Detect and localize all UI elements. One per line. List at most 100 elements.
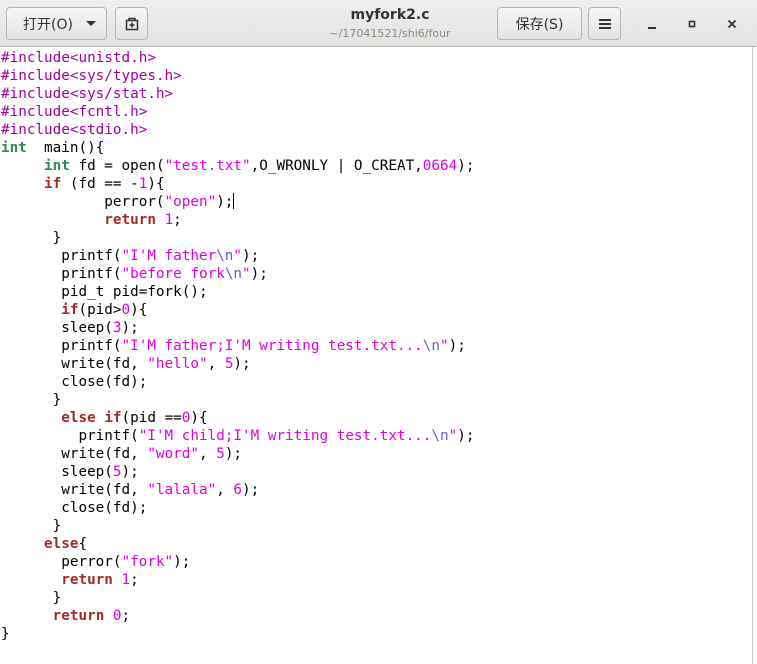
code-text[interactable]: #include<unistd.h> #include<sys/types.h> #…: [1, 49, 474, 643]
string-token: "hello": [147, 356, 208, 372]
code-token: printf(: [1, 248, 122, 264]
hamburger-menu-icon: [598, 18, 611, 29]
code-line: write(fd, "word", 5);: [1, 445, 474, 463]
code-line: int main(){: [1, 139, 474, 157]
code-token: write(fd,: [1, 356, 148, 372]
string-token: ": [242, 266, 251, 282]
code-token: (pid ==: [121, 410, 182, 426]
number-token: 0: [121, 302, 131, 318]
number-token: 0: [112, 608, 122, 624]
keyword-token: else: [44, 536, 79, 552]
keyword-token: return: [61, 572, 113, 588]
code-token: ,: [207, 356, 225, 372]
code-token: ,O_WRONLY | O_CREAT,: [250, 158, 423, 174]
code-token: ){: [190, 410, 208, 426]
string-token: "word": [147, 446, 199, 462]
code-line: #include<unistd.h>: [1, 49, 474, 67]
code-line: }: [1, 391, 474, 409]
code-line: #include<stdio.h>: [1, 121, 474, 139]
maximize-button[interactable]: [682, 14, 702, 34]
keyword-token: else: [61, 410, 96, 426]
number-token: 3: [112, 320, 122, 336]
code-token: );: [242, 248, 260, 264]
code-line: #include<sys/stat.h>: [1, 85, 474, 103]
escape-token: \n: [224, 266, 243, 282]
escape-token: \n: [422, 338, 440, 354]
window-title: myfork2.c: [350, 7, 430, 23]
code-line: perror("open");: [1, 193, 474, 211]
code-line: pid_t pid=fork();: [1, 283, 474, 301]
save-button[interactable]: 保存(S): [497, 7, 582, 40]
code-token: write(fd,: [1, 446, 148, 462]
code-line: printf("I'M child;I'M writing test.txt..…: [1, 427, 474, 445]
string-token: "open": [164, 194, 217, 210]
code-line: printf("before fork\n");: [1, 265, 474, 283]
preprocessor-token: #include<stdio.h>: [1, 122, 148, 138]
code-line: return 0;: [1, 607, 474, 625]
string-token: "before fork: [121, 266, 225, 282]
code-line: int fd = open("test.txt",O_WRONLY | O_CR…: [1, 157, 474, 175]
keyword-token: return: [104, 212, 156, 228]
open-button[interactable]: 打开(O): [6, 7, 107, 40]
code-token: perror(: [1, 194, 165, 210]
code-token: );: [121, 464, 139, 480]
close-button[interactable]: [722, 14, 742, 34]
code-token: );: [457, 428, 475, 444]
keyword-token: if: [44, 176, 62, 192]
code-line: else{: [1, 535, 474, 553]
code-line: write(fd, "lalala", 6);: [1, 481, 474, 499]
code-line: }: [1, 589, 474, 607]
window-subtitle: ~/17041521/shi6/four: [329, 27, 451, 40]
preprocessor-token: #include<sys/stat.h>: [1, 86, 174, 102]
menu-button[interactable]: [588, 7, 621, 40]
code-token: ;: [173, 212, 182, 228]
code-token: );: [121, 320, 139, 336]
preprocessor-token: #include<sys/types.h>: [1, 68, 182, 84]
new-document-icon: [125, 17, 138, 30]
type-token: int: [1, 140, 27, 156]
number-token: 5: [112, 464, 122, 480]
string-token: ": [233, 248, 243, 264]
escape-token: \n: [431, 428, 449, 444]
code-line: close(fd);: [1, 499, 474, 517]
code-token: printf(: [1, 338, 122, 354]
keyword-token: return: [52, 608, 105, 624]
code-token: (fd == -: [61, 176, 139, 192]
code-line: sleep(3);: [1, 319, 474, 337]
code-token: );: [233, 356, 251, 372]
code-line: perror("fork");: [1, 553, 474, 571]
code-token: );: [173, 554, 191, 570]
minimize-button[interactable]: [642, 14, 662, 34]
string-token: "I'M child;I'M writing test.txt...: [138, 428, 432, 444]
number-token: 6: [233, 482, 243, 498]
text-cursor: [233, 193, 235, 209]
code-token: sleep(: [1, 320, 113, 336]
code-token: close(fd);: [1, 374, 148, 390]
new-document-button[interactable]: [115, 7, 148, 40]
code-line: close(fd);: [1, 373, 474, 391]
code-token: ;: [130, 572, 139, 588]
save-button-label: 保存(S): [515, 16, 564, 33]
code-token: {: [78, 536, 88, 552]
number-token: 5: [216, 446, 225, 462]
close-icon: [727, 19, 737, 29]
open-button-label: 打开(O): [23, 16, 73, 33]
number-token: 1: [164, 212, 174, 228]
code-token: ;: [121, 608, 131, 624]
code-token: fd = open(: [69, 158, 165, 174]
code-token: );: [250, 266, 268, 282]
code-line: write(fd, "hello", 5);: [1, 355, 474, 373]
code-editor[interactable]: #include<unistd.h> #include<sys/types.h> #…: [0, 47, 757, 664]
escape-token: \n: [216, 248, 234, 264]
number-token: 0664: [422, 158, 458, 174]
code-token: );: [457, 158, 475, 174]
code-token: printf(: [1, 428, 139, 444]
string-token: "test.txt": [164, 158, 251, 174]
code-token: perror(: [1, 554, 122, 570]
